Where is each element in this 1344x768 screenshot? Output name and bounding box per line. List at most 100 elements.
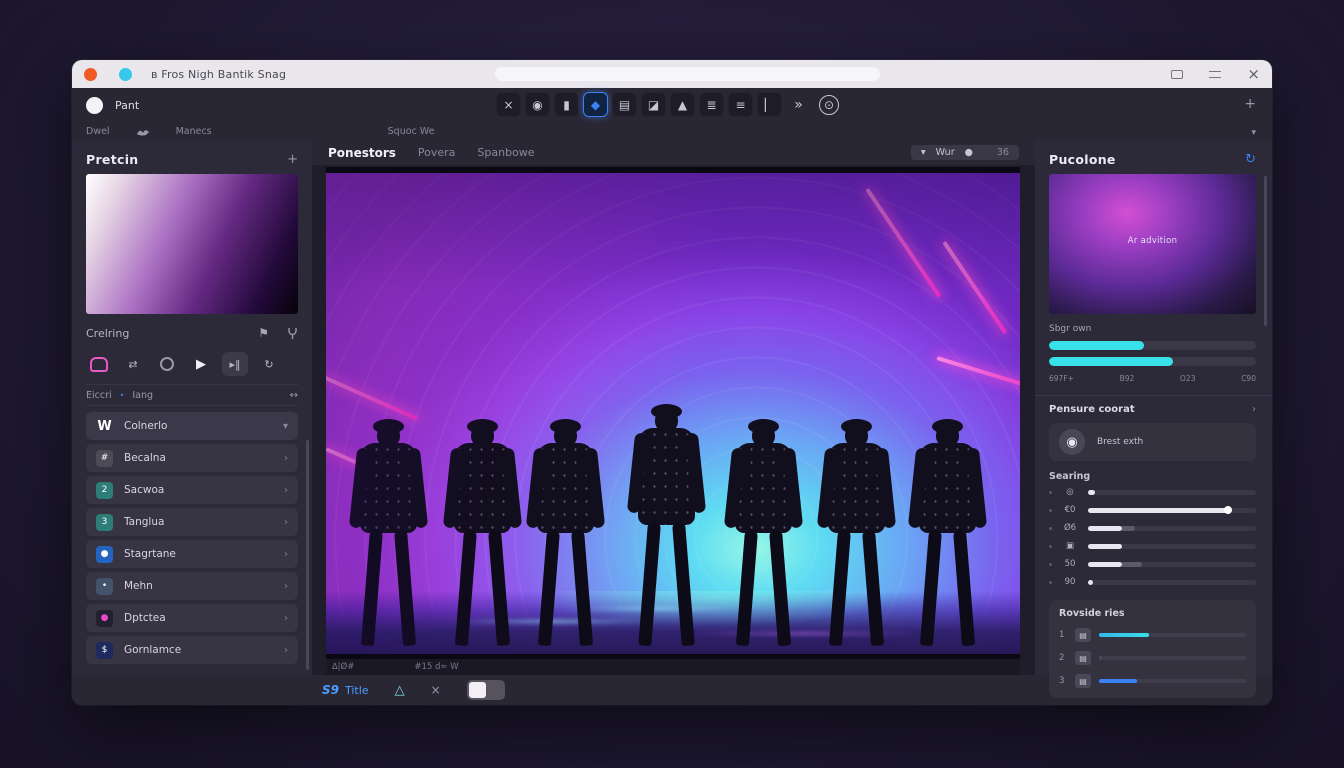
delete-x-icon[interactable]: ×	[431, 683, 441, 697]
cut-tool-button[interactable]: ×	[496, 92, 521, 117]
fifty-icon: 50	[1060, 559, 1080, 569]
ring-icon: ◎	[1060, 487, 1080, 497]
tab-spanbowe[interactable]: Spanbowe	[477, 146, 534, 159]
refresh-hand-icon[interactable]: ↻	[1245, 152, 1256, 167]
tab-ponestors[interactable]: Ponestors	[328, 146, 396, 160]
shape-tool-button[interactable]: ▲	[670, 92, 695, 117]
record-button[interactable]	[154, 352, 180, 376]
subheader-left-label[interactable]: Eiccri	[86, 390, 112, 401]
minimize-traffic-light[interactable]	[119, 68, 132, 81]
tab-povera[interactable]: Povera	[418, 146, 456, 159]
slash-circle-icon: Ø6	[1060, 523, 1080, 533]
color-gradient-preview[interactable]	[86, 174, 298, 314]
effect-preview[interactable]: Ar advition	[1049, 174, 1256, 314]
menu-item-squoc-we[interactable]: Squoc We	[388, 126, 435, 137]
gradient-section-label: Crelring	[86, 327, 129, 340]
list-item-gornlamce[interactable]: $ Gornlamce ›	[86, 636, 298, 664]
magenta-dot-icon: ●	[96, 610, 113, 627]
view-options-pill[interactable]: ▾ Wur ● 36	[911, 145, 1019, 160]
menu-item-manecs[interactable]: Manecs	[176, 126, 212, 137]
rovside-row: 3 ▤	[1059, 674, 1246, 688]
history-clock-button[interactable]: ⊙	[819, 95, 839, 115]
loop-button[interactable]: ↻	[256, 352, 282, 376]
canvas-status-bar: ∆|Ø# #15 d≈ W	[326, 659, 1020, 675]
list-item-becalna[interactable]: # Becalna ›	[86, 444, 298, 472]
list-subheader: Eiccri • Iang ↔	[86, 384, 298, 406]
menu-item-dwel[interactable]: Dwel	[86, 126, 110, 137]
layers-tool-button[interactable]: ≣	[699, 92, 724, 117]
app-logo	[86, 97, 103, 114]
canvas[interactable]	[326, 167, 1020, 659]
window-title: ʙ Fros Nigh Bantik Snag	[151, 68, 286, 81]
eraser-tool-button[interactable]: ▮	[554, 92, 579, 117]
chevron-right-icon[interactable]: ›	[284, 613, 288, 624]
title-tool-button[interactable]: S9 Title	[322, 683, 369, 697]
list-item-dptctea[interactable]: ● Dptctea ›	[86, 604, 298, 632]
chrome-dropdown-arrow[interactable]: ▾	[1251, 128, 1256, 138]
align-tool-button[interactable]: ≡	[728, 92, 753, 117]
brush-tool-button[interactable]: ◉	[525, 92, 550, 117]
resize-handle-icon[interactable]: ↔	[290, 390, 298, 401]
preview-toggle[interactable]	[467, 680, 505, 700]
add-button[interactable]: +	[1244, 96, 1256, 112]
cyan-slider-2[interactable]	[1049, 357, 1256, 366]
app-chrome: Pant × ◉ ▮ ◆ ▤ ◪ ▲ ≣ ≡ ▏ » ⊙ + Dwel Man	[72, 88, 1272, 140]
rovside-row: 2 ▤	[1059, 651, 1246, 665]
slider-group-label: Sbgr own	[1049, 324, 1256, 334]
rovside-card: Rovside ries 1 ▤ 2 ▤ 3 ▤	[1049, 600, 1256, 698]
fork-icon[interactable]	[287, 327, 298, 340]
chevron-right-icon[interactable]: ›	[284, 645, 288, 656]
bird-icon	[136, 127, 150, 136]
cyan-slider-1[interactable]	[1049, 341, 1256, 350]
list-item-colnerlo[interactable]: W Colnerlo ▾	[86, 412, 298, 440]
flag-icon[interactable]: ⚑	[258, 326, 269, 340]
searing-title: Searing	[1049, 471, 1256, 482]
left-panel-add-button[interactable]: +	[287, 152, 298, 167]
chevron-right-icon[interactable]: ›	[1252, 404, 1256, 415]
chevron-right-icon[interactable]: ›	[284, 549, 288, 560]
left-list-scrollbar[interactable]	[306, 440, 309, 670]
step-pause-button[interactable]: ▸‖	[222, 352, 248, 376]
badge-3-icon: 3	[96, 514, 113, 531]
preview-caption: Ar advition	[1049, 236, 1256, 246]
scrub-button[interactable]: ⇄	[120, 352, 146, 376]
chevron-right-icon[interactable]: ›	[284, 517, 288, 528]
view-icon: ●	[965, 147, 973, 158]
subheader-mid-label[interactable]: Iang	[132, 390, 153, 401]
text-cursor-tool-button[interactable]: ▏	[757, 92, 782, 117]
shape-mask-button[interactable]	[86, 352, 112, 376]
euro-icon: €0	[1060, 505, 1080, 515]
frame-tool-button[interactable]: ▤	[612, 92, 637, 117]
badge-2-icon: 2	[96, 482, 113, 499]
hash-icon: #	[96, 450, 113, 467]
chevron-down-icon[interactable]: ▾	[283, 421, 288, 432]
chevron-right-icon[interactable]: ›	[284, 453, 288, 464]
swirl-icon: ◉	[1059, 429, 1085, 455]
app-name: Pant	[115, 99, 139, 112]
list-item-tanglua[interactable]: 3 Tanglua ›	[86, 508, 298, 536]
right-panel-scrollbar[interactable]	[1264, 176, 1267, 326]
restore-icon[interactable]	[1171, 70, 1183, 79]
file-icon: ▤	[1075, 651, 1091, 665]
titlebar-search-pill[interactable]	[495, 67, 880, 81]
left-panel-title: Pretcin	[86, 152, 138, 167]
right-panel: Pucolone ↻ Ar advition Sbgr own 697F+ B9…	[1035, 140, 1272, 675]
crop-tool-button[interactable]: ◪	[641, 92, 666, 117]
close-icon[interactable]: ×	[1247, 67, 1260, 82]
chevron-right-icon[interactable]: ›	[284, 581, 288, 592]
list-item-mehn[interactable]: • Mehn ›	[86, 572, 298, 600]
list-item-sacwoa[interactable]: 2 Sacwoa ›	[86, 476, 298, 504]
view-label: Wur	[936, 147, 955, 158]
triangle-tool-icon[interactable]: △	[395, 683, 405, 698]
list-item-stagrtane[interactable]: ● Stagrtane ›	[86, 540, 298, 568]
more-tools-button[interactable]: »	[786, 92, 811, 117]
searing-slider-row: 50	[1049, 556, 1256, 572]
chevron-right-icon[interactable]: ›	[284, 485, 288, 496]
selected-paint-tool-button[interactable]: ◆	[583, 92, 608, 117]
minimize-icon[interactable]	[1209, 71, 1221, 78]
play-button[interactable]: ▶	[188, 352, 214, 376]
main-toolbar: × ◉ ▮ ◆ ▤ ◪ ▲ ≣ ≡ ▏ » ⊙	[496, 92, 839, 117]
close-traffic-light[interactable]	[84, 68, 97, 81]
engine-card[interactable]: ◉ Brest exth	[1049, 423, 1256, 461]
titlebar: ʙ Fros Nigh Bantik Snag ×	[72, 60, 1272, 88]
